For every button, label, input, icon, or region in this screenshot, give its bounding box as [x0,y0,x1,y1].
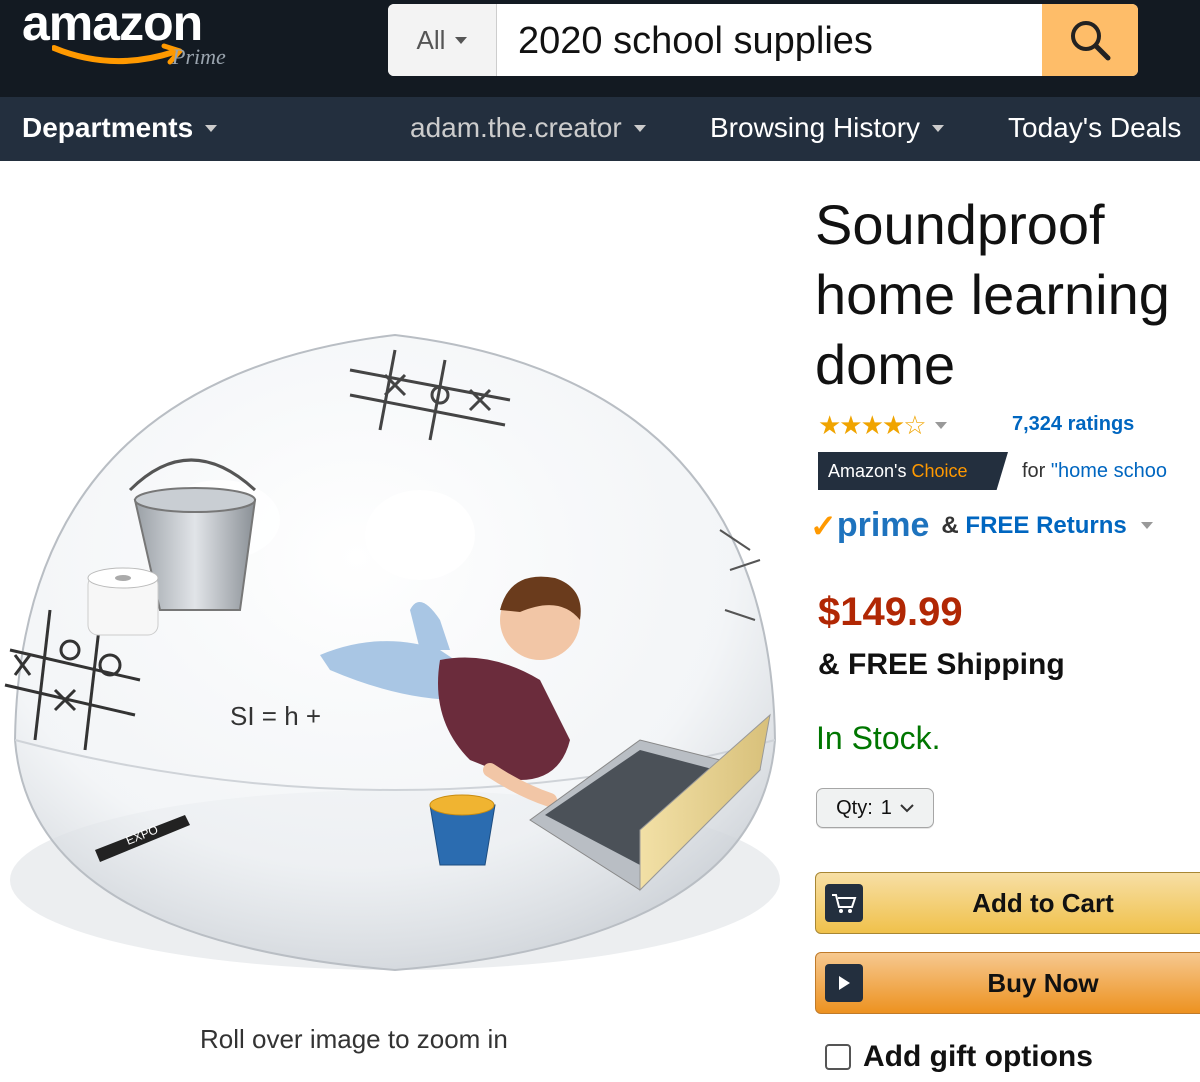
free-returns-text: & FREE Returns [941,512,1126,540]
nav-deals-label: Today's Deals [1008,112,1182,143]
search-icon [1071,21,1111,61]
nav-browsing-history[interactable]: Browsing History [710,112,945,144]
gift-options-checkbox[interactable] [825,1044,851,1070]
nav-departments[interactable]: Departments [22,112,218,144]
toilet-paper-image [87,567,159,636]
logo-smile-icon [52,43,183,65]
product-image[interactable]: SI = h + EXPO [0,320,790,980]
qty-label: Qty: [836,796,873,819]
buy-now-button[interactable]: Buy Now [815,952,1200,1014]
chevron-down-icon [1140,522,1153,529]
choice-for-text: for "home schoo [1022,460,1167,483]
logo-prime-text: Prime [172,44,226,69]
free-returns-amp: & [941,511,959,539]
nav-history-label: Browsing History [710,112,921,143]
prime-check-icon: ✓ [810,507,837,544]
free-returns-link[interactable]: FREE Returns [965,512,1126,539]
star-rating-icon: ★★★★☆ [818,410,927,440]
search-category-select[interactable]: All [388,4,497,76]
amazons-choice-badge: Amazon's Choice [818,452,1008,490]
chevron-down-icon [900,804,914,813]
rating-row[interactable]: ★★★★☆ [818,410,947,441]
add-to-cart-label: Add to Cart [972,887,1114,918]
cart-icon [825,884,863,922]
gift-options-row[interactable]: Add gift options [825,1040,1093,1074]
nav-todays-deals[interactable]: Today's Deals [1008,112,1181,144]
cup-image [429,794,496,866]
prime-logo: prime [836,506,930,544]
chevron-down-icon [205,124,218,132]
nav-account-label: adam.the.creator [410,112,622,143]
search-bar: All [388,4,1138,76]
search-category-label: All [416,24,446,55]
zoom-hint: Roll over image to zoom in [200,1024,508,1054]
chevron-down-icon [932,124,945,132]
stock-status: In Stock. [816,720,941,756]
nav-account[interactable]: adam.the.creator [410,112,646,144]
amazon-logo[interactable]: amazon Prime [22,0,262,80]
product-price: $149.99 [818,590,963,634]
nav-departments-label: Departments [22,112,194,143]
chevron-down-icon [934,422,947,429]
add-to-cart-button[interactable]: Add to Cart [815,872,1200,934]
chevron-down-icon [455,36,468,44]
free-shipping-text: & FREE Shipping [818,648,1065,681]
search-button[interactable] [1042,4,1138,76]
choice-word: Choice [911,460,968,481]
prime-row[interactable]: ✓ prime & FREE Returns [810,506,1153,545]
play-icon [825,964,863,1002]
gift-options-label: Add gift options [863,1040,1093,1073]
dome-highlight [365,490,475,580]
ratings-count-link[interactable]: 7,324 ratings [1012,413,1134,436]
choice-query-link[interactable]: "home schoo [1051,460,1167,482]
buy-now-label: Buy Now [987,967,1099,998]
choice-prefix: Amazon's [828,460,907,481]
product-title: Soundproof home learning dome [815,193,1170,396]
dome-equation: SI = h + [230,701,321,731]
search-input[interactable] [498,4,1060,76]
choice-for-label: for [1022,460,1046,482]
qty-value: 1 [880,796,892,819]
cart-icon-wrap [816,873,872,933]
chevron-down-icon [633,124,646,132]
quantity-select[interactable]: Qty: 1 [816,788,934,828]
play-icon-wrap [816,953,872,1013]
